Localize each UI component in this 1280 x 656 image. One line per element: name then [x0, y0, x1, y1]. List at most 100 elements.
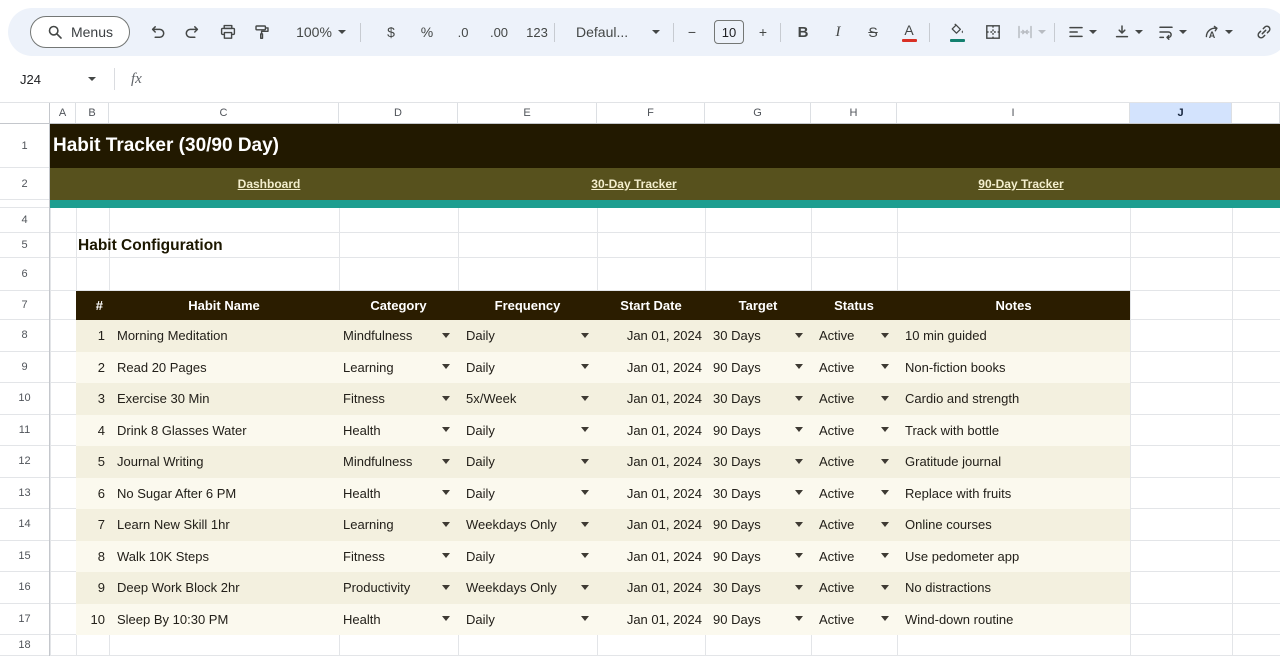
cell-status[interactable]: Active	[811, 509, 897, 541]
cell-status[interactable]: Active	[811, 541, 897, 573]
column-header-E[interactable]: E	[458, 103, 597, 123]
cell-reference-box[interactable]: J24	[14, 72, 102, 87]
cell-target[interactable]: 90 Days	[705, 352, 811, 384]
cell-start[interactable]: Jan 01, 2024	[597, 604, 705, 636]
column-header-F[interactable]: F	[597, 103, 705, 123]
cell-name[interactable]: Read 20 Pages	[109, 352, 339, 384]
dropdown-arrow-icon[interactable]	[442, 585, 450, 590]
cell-category[interactable]: Mindfulness	[339, 446, 458, 478]
cell-start[interactable]: Jan 01, 2024	[597, 478, 705, 510]
cell-start[interactable]: Jan 01, 2024	[597, 320, 705, 352]
row-header-15[interactable]: 15	[0, 541, 49, 573]
dropdown-arrow-icon[interactable]	[581, 585, 589, 590]
borders-button[interactable]	[978, 17, 1008, 47]
row-header-5[interactable]: 5	[0, 233, 49, 258]
menus-button[interactable]: Menus	[30, 16, 130, 48]
cell-num[interactable]: 5	[76, 446, 109, 478]
cell-notes[interactable]: 10 min guided	[897, 320, 1130, 352]
column-header-H[interactable]: H	[811, 103, 897, 123]
merge-cells-button[interactable]	[1009, 17, 1053, 47]
percent-format-button[interactable]: %	[412, 17, 442, 47]
dropdown-arrow-icon[interactable]	[881, 490, 889, 495]
dropdown-arrow-icon[interactable]	[581, 333, 589, 338]
insert-link-button[interactable]	[1249, 17, 1279, 47]
dropdown-arrow-icon[interactable]	[881, 459, 889, 464]
cell-notes[interactable]: Use pedometer app	[897, 541, 1130, 573]
cell-status[interactable]: Active	[811, 604, 897, 636]
cell-target[interactable]: 90 Days	[705, 415, 811, 447]
dropdown-arrow-icon[interactable]	[795, 490, 803, 495]
cell-num[interactable]: 4	[76, 415, 109, 447]
dropdown-arrow-icon[interactable]	[795, 585, 803, 590]
dropdown-arrow-icon[interactable]	[581, 553, 589, 558]
dropdown-arrow-icon[interactable]	[795, 333, 803, 338]
increase-decimal-button[interactable]: .00	[484, 17, 514, 47]
grid-body[interactable]: Habit Tracker (30/90 Day) Dashboard 30-D…	[0, 124, 1280, 656]
cell-notes[interactable]: Online courses	[897, 509, 1130, 541]
vertical-align-button[interactable]	[1106, 17, 1150, 47]
dropdown-arrow-icon[interactable]	[881, 522, 889, 527]
cell-name[interactable]: Morning Meditation	[109, 320, 339, 352]
dropdown-arrow-icon[interactable]	[881, 585, 889, 590]
cell-num[interactable]: 7	[76, 509, 109, 541]
dropdown-arrow-icon[interactable]	[581, 522, 589, 527]
dropdown-arrow-icon[interactable]	[881, 553, 889, 558]
row-header-17[interactable]: 17	[0, 604, 49, 636]
row-header-9[interactable]: 9	[0, 352, 49, 384]
row-header-8[interactable]: 8	[0, 320, 49, 352]
cell-category[interactable]: Health	[339, 478, 458, 510]
cell-status[interactable]: Active	[811, 446, 897, 478]
cell-num[interactable]: 3	[76, 383, 109, 415]
cell-frequency[interactable]: Weekdays Only	[458, 509, 597, 541]
cell-status[interactable]: Active	[811, 352, 897, 384]
cell-start[interactable]: Jan 01, 2024	[597, 572, 705, 604]
column-header-I[interactable]: I	[897, 103, 1130, 123]
font-family-select[interactable]: Defaul...	[566, 17, 670, 47]
dropdown-arrow-icon[interactable]	[795, 459, 803, 464]
text-wrap-button[interactable]	[1150, 17, 1194, 47]
cell-name[interactable]: Journal Writing	[109, 446, 339, 478]
row-header-10[interactable]: 10	[0, 383, 49, 415]
cell-name[interactable]: Deep Work Block 2hr	[109, 572, 339, 604]
row-header-13[interactable]: 13	[0, 478, 49, 510]
cell-frequency[interactable]: Daily	[458, 446, 597, 478]
currency-format-button[interactable]: $	[376, 17, 406, 47]
cell-notes[interactable]: No distractions	[897, 572, 1130, 604]
cell-category[interactable]: Learning	[339, 352, 458, 384]
cell-category[interactable]: Learning	[339, 509, 458, 541]
row-header-6[interactable]: 6	[0, 258, 49, 291]
column-header-A[interactable]: A	[50, 103, 76, 123]
fill-color-button[interactable]	[940, 17, 974, 47]
dropdown-arrow-icon[interactable]	[795, 553, 803, 558]
dropdown-arrow-icon[interactable]	[442, 333, 450, 338]
dropdown-arrow-icon[interactable]	[581, 396, 589, 401]
cell-name[interactable]: Sleep By 10:30 PM	[109, 604, 339, 636]
column-header-D[interactable]: D	[339, 103, 458, 123]
increase-font-size-button[interactable]: +	[748, 17, 778, 47]
cell-status[interactable]: Active	[811, 383, 897, 415]
row-header-16[interactable]: 16	[0, 572, 49, 604]
cell-start[interactable]: Jan 01, 2024	[597, 415, 705, 447]
cell-start[interactable]: Jan 01, 2024	[597, 352, 705, 384]
row-header-18[interactable]: 18	[0, 635, 49, 656]
cell-frequency[interactable]: Daily	[458, 320, 597, 352]
dropdown-arrow-icon[interactable]	[442, 396, 450, 401]
dropdown-arrow-icon[interactable]	[881, 333, 889, 338]
cell-frequency[interactable]: Daily	[458, 415, 597, 447]
dropdown-arrow-icon[interactable]	[795, 427, 803, 432]
dropdown-arrow-icon[interactable]	[795, 616, 803, 621]
cell-start[interactable]: Jan 01, 2024	[597, 446, 705, 478]
column-header-B[interactable]: B	[76, 103, 109, 123]
cell-num[interactable]: 8	[76, 541, 109, 573]
cell-num[interactable]: 6	[76, 478, 109, 510]
redo-button[interactable]	[177, 17, 207, 47]
cell-num[interactable]: 1	[76, 320, 109, 352]
cell-status[interactable]: Active	[811, 572, 897, 604]
column-header-G[interactable]: G	[705, 103, 811, 123]
cell-category[interactable]: Mindfulness	[339, 320, 458, 352]
select-all-corner[interactable]	[0, 103, 50, 123]
dropdown-arrow-icon[interactable]	[581, 616, 589, 621]
cell-target[interactable]: 30 Days	[705, 320, 811, 352]
cell-name[interactable]: Drink 8 Glasses Water	[109, 415, 339, 447]
cell-status[interactable]: Active	[811, 415, 897, 447]
